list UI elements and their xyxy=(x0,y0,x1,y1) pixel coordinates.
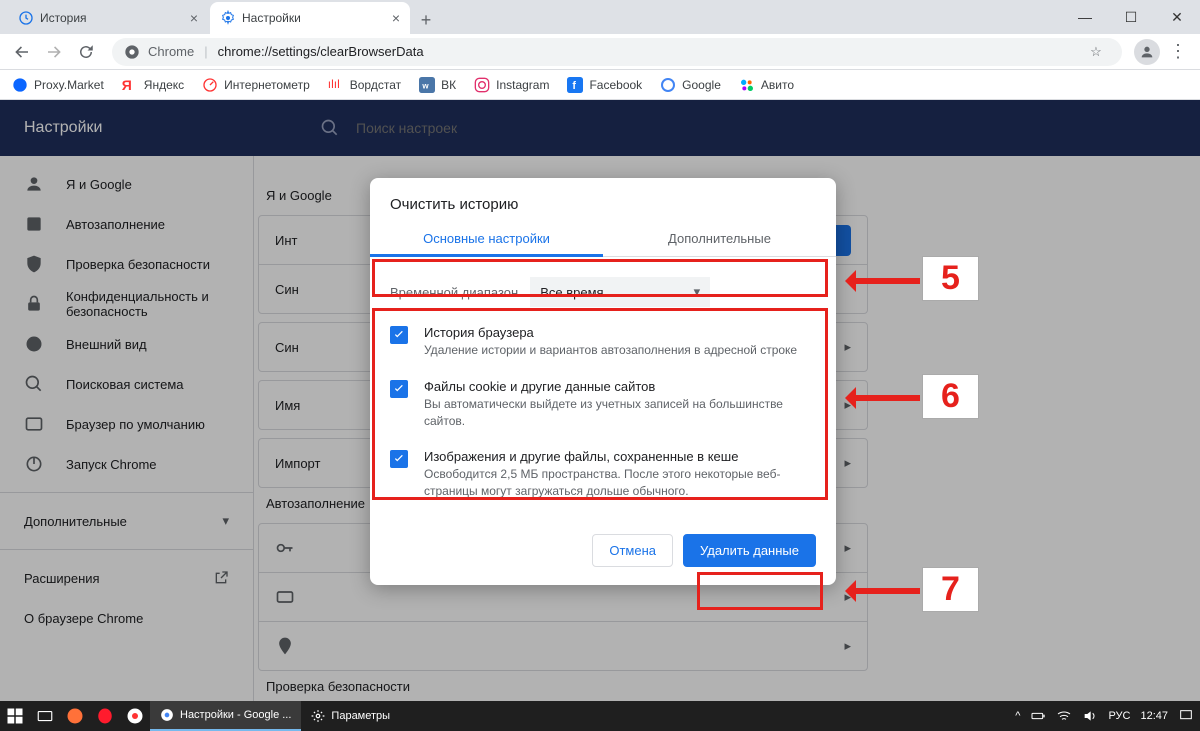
tab-strip: История × Настройки × + — ☐ ✕ xyxy=(0,0,1200,34)
wifi-icon[interactable] xyxy=(1056,708,1072,724)
vk-icon: w xyxy=(419,77,435,93)
svg-text:f: f xyxy=(573,80,577,92)
minimize-button[interactable]: — xyxy=(1062,1,1108,33)
forward-button[interactable] xyxy=(40,38,68,66)
taskbar-params[interactable]: Параметры xyxy=(301,701,400,731)
toolbar: Chrome | chrome://settings/clearBrowserD… xyxy=(0,34,1200,70)
tab-label: История xyxy=(40,11,87,25)
close-icon[interactable]: × xyxy=(190,10,198,26)
url-scheme: Chrome xyxy=(148,44,194,59)
annotation-number-6: 6 xyxy=(922,374,979,419)
tray-clock[interactable]: 12:47 xyxy=(1140,710,1168,722)
chrome-icon xyxy=(160,708,174,722)
annotation-box-7 xyxy=(697,572,823,610)
bookmark-item[interactable]: Google xyxy=(660,77,721,93)
annotation-arrow xyxy=(848,588,920,594)
yandex-browser-icon[interactable] xyxy=(120,701,150,731)
notifications-icon[interactable] xyxy=(1178,708,1194,724)
bookmark-star-icon[interactable]: ☆ xyxy=(1082,38,1110,66)
annotation-number-5: 5 xyxy=(922,256,979,301)
address-bar[interactable]: Chrome | chrome://settings/clearBrowserD… xyxy=(112,38,1122,66)
profile-button[interactable] xyxy=(1134,39,1160,65)
tray-chevron-icon[interactable]: ^ xyxy=(1015,710,1020,722)
clear-data-button[interactable]: Удалить данные xyxy=(683,534,816,567)
windows-taskbar: Настройки - Google ... Параметры ^ РУС 1… xyxy=(0,701,1200,731)
annotation-box-6 xyxy=(372,308,828,500)
yandex-icon: Я xyxy=(122,77,138,93)
taskview-button[interactable] xyxy=(30,701,60,731)
speedometer-icon xyxy=(202,77,218,93)
google-icon xyxy=(660,77,676,93)
volume-icon[interactable] xyxy=(1082,708,1098,724)
proxy-icon xyxy=(12,77,28,93)
firefox-icon[interactable] xyxy=(60,701,90,731)
bookmark-item[interactable]: Авито xyxy=(739,77,794,93)
taskbar-active-window[interactable]: Настройки - Google ... xyxy=(150,701,301,731)
opera-icon[interactable] xyxy=(90,701,120,731)
bookmark-item[interactable]: wВК xyxy=(419,77,456,93)
chrome-icon xyxy=(124,44,140,60)
tab-basic[interactable]: Основные настройки xyxy=(370,221,603,256)
back-button[interactable] xyxy=(8,38,36,66)
tray-language[interactable]: РУС xyxy=(1108,710,1130,722)
menu-button[interactable]: ⋮ xyxy=(1164,38,1192,66)
battery-icon[interactable] xyxy=(1030,708,1046,724)
reload-button[interactable] xyxy=(72,38,100,66)
url-text: chrome://settings/clearBrowserData xyxy=(218,44,424,59)
close-window-button[interactable]: ✕ xyxy=(1154,1,1200,33)
tab-history[interactable]: История × xyxy=(8,2,208,34)
bookmark-item[interactable]: ılılВордстат xyxy=(328,77,401,93)
new-tab-button[interactable]: + xyxy=(412,6,440,34)
bookmark-item[interactable]: Proxy.Market xyxy=(12,77,104,93)
bookmark-item[interactable]: fFacebook xyxy=(567,77,642,93)
avito-icon xyxy=(739,77,755,93)
history-icon xyxy=(18,10,34,26)
bookmark-item[interactable]: Интернетометр xyxy=(202,77,310,93)
annotation-box-5 xyxy=(372,259,828,297)
close-icon[interactable]: × xyxy=(392,10,400,26)
svg-text:w: w xyxy=(421,81,429,90)
annotation-arrow xyxy=(848,395,920,401)
annotation-arrow xyxy=(848,278,920,284)
tab-settings[interactable]: Настройки × xyxy=(210,2,410,34)
facebook-icon: f xyxy=(567,77,583,93)
instagram-icon xyxy=(474,77,490,93)
bookmark-item[interactable]: ЯЯндекс xyxy=(122,77,184,93)
tab-label: Настройки xyxy=(242,11,301,25)
gear-icon xyxy=(311,709,325,723)
bookmark-item[interactable]: Instagram xyxy=(474,77,549,93)
tab-advanced[interactable]: Дополнительные xyxy=(603,221,836,256)
start-button[interactable] xyxy=(0,701,30,731)
gear-icon xyxy=(220,10,236,26)
maximize-button[interactable]: ☐ xyxy=(1108,1,1154,33)
annotation-number-7: 7 xyxy=(922,567,979,612)
bookmarks-bar: Proxy.Market ЯЯндекс Интернетометр ılılВ… xyxy=(0,70,1200,100)
dialog-title: Очистить историю xyxy=(370,178,836,221)
wordstat-icon: ılıl xyxy=(328,77,344,93)
cancel-button[interactable]: Отмена xyxy=(592,534,673,567)
